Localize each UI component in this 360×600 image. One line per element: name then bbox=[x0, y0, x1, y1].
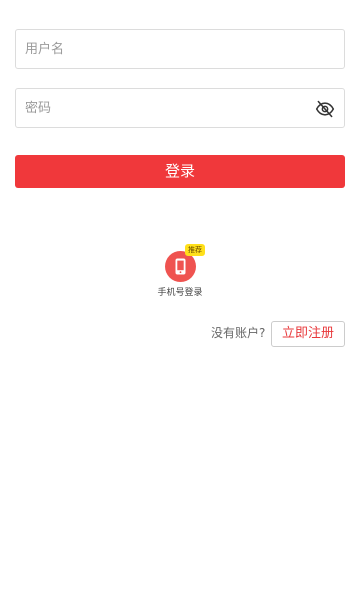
phone-login-button[interactable]: 推荐 手机号登录 bbox=[145, 244, 215, 300]
recommend-badge: 推荐 bbox=[185, 244, 205, 256]
no-account-prompt: 没有账户? bbox=[211, 326, 266, 340]
register-button[interactable]: 立即注册 bbox=[271, 321, 345, 347]
password-field[interactable] bbox=[15, 88, 345, 128]
login-button[interactable]: 登录 bbox=[15, 155, 345, 188]
eye-slash-icon[interactable] bbox=[315, 99, 335, 119]
username-field[interactable] bbox=[15, 29, 345, 69]
username-input[interactable] bbox=[25, 30, 305, 68]
phone-login-label[interactable]: 手机号登录 bbox=[145, 285, 215, 298]
login-screen: 登录 推荐 手机号登录 没有账户? 立即注册 bbox=[0, 0, 360, 600]
password-input[interactable] bbox=[25, 89, 305, 127]
mobile-phone-icon bbox=[175, 258, 186, 275]
